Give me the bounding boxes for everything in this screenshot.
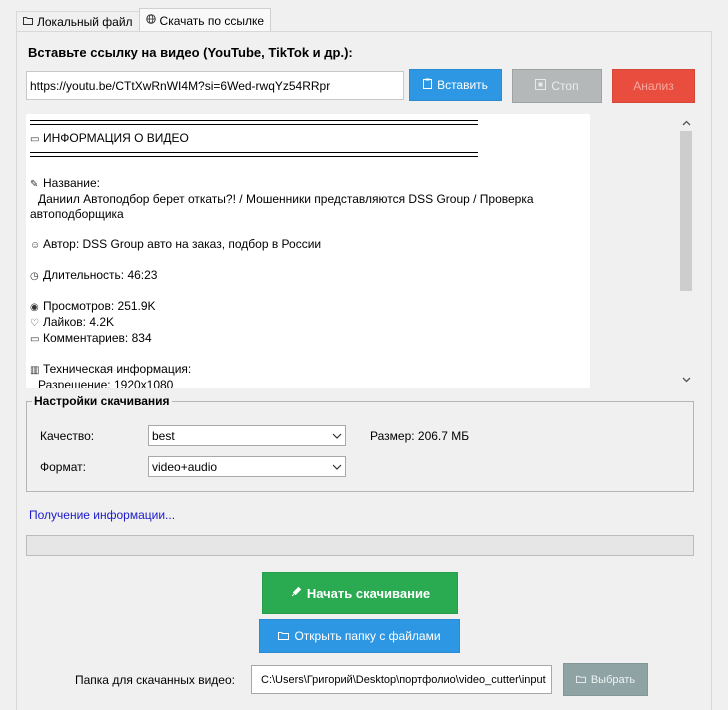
size-label: Размер: 206.7 МБ <box>370 429 470 443</box>
scroll-thumb[interactable] <box>680 131 692 291</box>
tab-local-file[interactable]: Локальный файл <box>16 11 140 32</box>
info-header: ИНФОРМАЦИЯ О ВИДЕО <box>43 131 189 145</box>
url-input[interactable]: https://youtu.be/CTtXwRnWI4M?si=6Wed-rwq… <box>26 71 404 100</box>
bookmark-icon: ▭ <box>30 134 40 145</box>
folder-icon <box>575 674 586 686</box>
folder-icon <box>23 16 33 28</box>
clipboard-icon <box>423 78 433 92</box>
globe-icon <box>145 14 156 27</box>
views-text: Просмотров: 251.9K <box>43 299 156 313</box>
open-folder-button[interactable]: Открыть папку с файлами <box>259 619 460 653</box>
stop-icon <box>535 79 547 93</box>
tab-download-by-link[interactable]: Скачать по ссылке <box>138 8 272 32</box>
format-select[interactable]: video+audio <box>148 456 346 477</box>
author-text: Автор: DSS Group авто на заказ, подбор в… <box>43 237 322 251</box>
title-line-2: автоподборщика <box>30 207 124 221</box>
heart-icon: ♡ <box>30 318 39 329</box>
video-info-text[interactable]: ▭ ИНФОРМАЦИЯ О ВИДЕО ✎ Название: Даниил Ав… <box>26 114 590 388</box>
tab-download-by-link-label: Скачать по ссылке <box>159 13 265 28</box>
tab-local-file-label: Локальный файл <box>37 15 133 29</box>
title-line-1: Даниил Автоподбор берет откаты?! / Мошен… <box>38 192 534 206</box>
tech-label: Техническая информация: <box>43 362 192 376</box>
choose-folder-label: Выбрать <box>590 673 636 686</box>
analyze-button[interactable]: Анализ <box>612 69 695 103</box>
info-scrollbar[interactable] <box>677 114 695 388</box>
folder-label: Папка для скачанных видео: <box>75 673 235 687</box>
stop-button-label: Стоп <box>551 79 579 93</box>
format-value: video+audio <box>152 459 218 474</box>
tab-bar: Локальный файл Скачать по ссылке <box>16 8 272 32</box>
choose-folder-button[interactable]: Выбрать <box>563 663 648 696</box>
title-label: Название: <box>43 176 100 190</box>
comment-icon: ▭ <box>30 334 40 345</box>
chart-icon: ▥ <box>30 365 40 376</box>
format-label: Формат: <box>40 460 86 474</box>
comments-text: Комментариев: 834 <box>43 331 152 345</box>
scroll-up-icon[interactable] <box>677 114 695 131</box>
stopwatch-icon: ◷ <box>30 271 39 282</box>
top-separator <box>30 120 478 125</box>
quality-value: best <box>152 428 175 443</box>
stop-button[interactable]: Стоп <box>512 69 602 103</box>
resolution-text: Разрешение: 1920x1080 <box>38 378 174 388</box>
quality-select[interactable]: best <box>148 425 346 446</box>
duration-text: Длительность: 46:23 <box>43 268 158 282</box>
rocket-icon <box>290 586 302 601</box>
folder-icon <box>278 629 290 643</box>
author-icon: ☺ <box>30 240 41 251</box>
paste-button[interactable]: Вставить <box>409 69 502 101</box>
url-label: Вставьте ссылку на видео (YouTube, TikTo… <box>28 45 353 60</box>
chevron-down-icon <box>332 461 342 473</box>
download-settings-legend: Настройки скачивания <box>32 394 172 408</box>
chevron-down-icon <box>332 430 342 442</box>
download-settings-group <box>26 401 694 492</box>
paste-button-label: Вставить <box>437 78 488 92</box>
status-text: Получение информации... <box>29 508 176 522</box>
likes-text: Лайков: 4.2K <box>43 315 115 329</box>
open-folder-label: Открыть папку с файлами <box>294 629 441 643</box>
scroll-down-icon[interactable] <box>677 371 695 388</box>
quality-label: Качество: <box>40 429 95 443</box>
start-download-label: Начать скачивание <box>306 585 431 601</box>
pin-icon: ✎ <box>30 179 39 190</box>
download-progress-bar <box>26 535 694 556</box>
folder-path-input[interactable]: C:\Users\Григорий\Desktop\портфолио\vide… <box>251 665 552 694</box>
analyze-button-label: Анализ <box>633 79 674 93</box>
eye-icon: ◉ <box>30 302 39 313</box>
start-download-button[interactable]: Начать скачивание <box>262 572 458 614</box>
